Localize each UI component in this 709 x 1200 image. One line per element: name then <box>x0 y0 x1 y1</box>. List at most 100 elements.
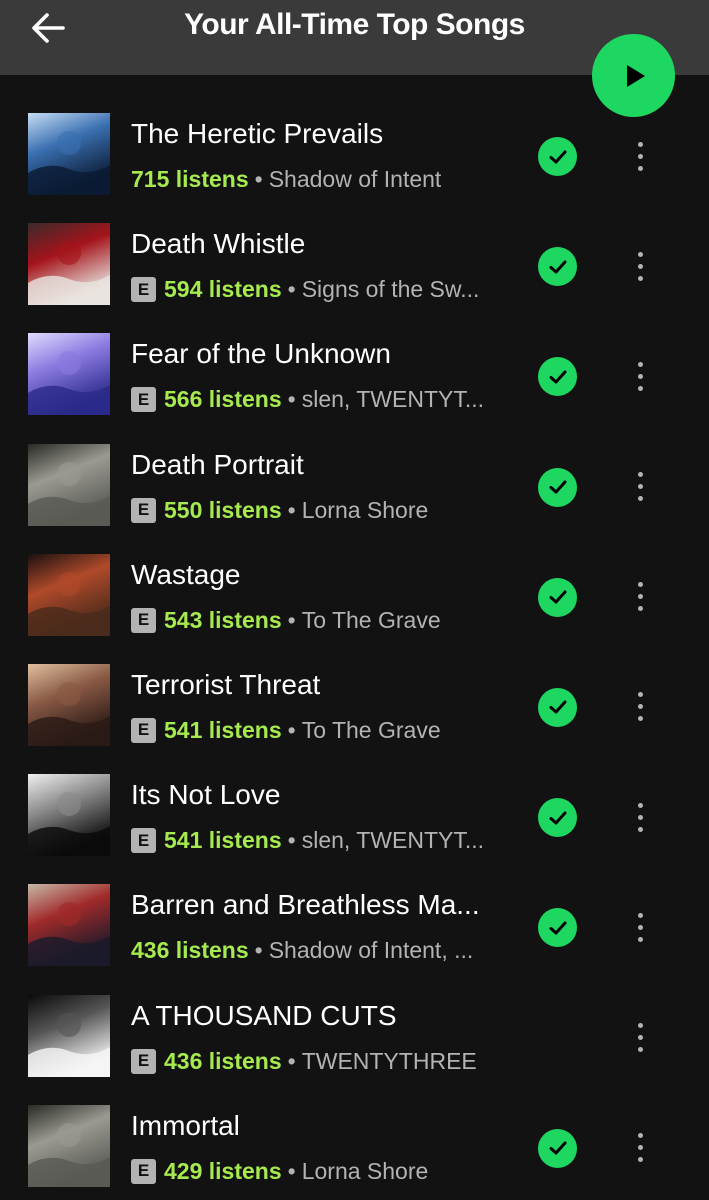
artist-name: slen, TWENTYT... <box>301 386 485 413</box>
track-row[interactable]: Its Not Love E 541 listens • slen, TWENTYT..… <box>0 741 709 857</box>
track-title: Its Not Love <box>131 779 281 811</box>
more-dot <box>637 484 643 490</box>
listen-count: 594 listens <box>164 276 282 303</box>
saved-check-button[interactable] <box>538 1128 577 1168</box>
explicit-badge: E <box>131 387 156 413</box>
separator-dot: • <box>287 496 296 523</box>
album-cover <box>28 223 110 306</box>
more-dot <box>637 936 643 942</box>
separator-dot: • <box>287 1157 296 1184</box>
check-icon <box>549 811 566 825</box>
saved-check-button[interactable] <box>538 357 577 397</box>
more-options-button[interactable] <box>626 577 654 617</box>
listen-count: 543 listens <box>164 606 282 633</box>
play-button[interactable] <box>592 34 675 117</box>
more-dot <box>637 373 643 379</box>
separator-dot: • <box>287 276 296 303</box>
more-options-button[interactable] <box>626 797 654 837</box>
track-meta: E 436 listens • TWENTYTHREE <box>131 1048 477 1075</box>
listen-count: 541 listens <box>164 827 282 854</box>
more-dot <box>637 1035 643 1040</box>
explicit-badge: E <box>131 1158 156 1184</box>
track-title: A THOUSAND CUTS <box>131 999 397 1031</box>
track-row[interactable]: Fear of the Unknown E 566 listens • slen, TW… <box>0 300 709 416</box>
track-title: Fear of the Unknown <box>131 338 391 370</box>
check-icon <box>549 700 566 714</box>
saved-check-button[interactable] <box>538 798 577 838</box>
track-meta: 715 listens • Shadow of Intent <box>131 166 441 193</box>
separator-dot: • <box>254 166 263 192</box>
explicit-badge: E <box>131 828 156 854</box>
listen-count: 436 listens <box>131 937 249 964</box>
more-dot <box>637 924 643 930</box>
listen-count: 566 listens <box>164 386 282 413</box>
explicit-badge: E <box>131 607 156 633</box>
separator-dot: • <box>287 716 296 743</box>
more-options-button[interactable] <box>626 687 654 727</box>
check-icon <box>549 480 566 494</box>
track-title: Death Portrait <box>131 448 304 480</box>
saved-check-button[interactable] <box>538 247 577 287</box>
more-dot <box>637 1145 643 1151</box>
listen-count: 550 listens <box>164 496 282 523</box>
more-dot <box>637 165 643 171</box>
separator-dot: • <box>254 937 263 964</box>
more-dot <box>637 594 643 600</box>
more-options-button[interactable] <box>626 907 654 947</box>
album-cover <box>28 1104 110 1187</box>
track-row[interactable]: Barren and Breathless Ma... 436 listens • S… <box>0 851 709 967</box>
track-row[interactable]: Immortal E 429 listens • Lorna Shore <box>0 1072 709 1187</box>
saved-check-button[interactable] <box>538 687 577 727</box>
artist-name: Lorna Shore <box>301 1157 429 1184</box>
track-meta: E 429 listens • Lorna Shore <box>131 1158 428 1185</box>
explicit-badge: E <box>131 277 156 303</box>
artist-name: TWENTYTHREE <box>301 1047 477 1074</box>
play-icon <box>626 64 645 87</box>
track-row[interactable]: Death Whistle E 594 listens • Signs of the S… <box>0 190 709 306</box>
more-options-button[interactable] <box>626 136 654 176</box>
artist-name: To The Grave <box>301 606 441 633</box>
more-dot <box>637 692 643 698</box>
check-icon <box>549 370 566 384</box>
album-cover <box>28 553 110 636</box>
track-row[interactable]: A THOUSAND CUTS E 436 listens • TWENTYTHREE <box>0 962 709 1077</box>
more-dot <box>637 704 643 710</box>
track-row[interactable]: Terrorist Threat E 541 listens • To The Grav… <box>0 631 709 746</box>
more-dot <box>637 1023 643 1028</box>
more-dot <box>637 716 643 722</box>
saved-check-button[interactable] <box>538 577 577 617</box>
track-title: Barren and Breathless Ma... <box>131 889 480 921</box>
more-dot <box>637 912 643 918</box>
track-title: The Heretic Prevails <box>131 118 384 149</box>
more-dot <box>637 153 643 159</box>
saved-check-button[interactable] <box>538 137 577 176</box>
more-dot <box>637 275 643 281</box>
separator-dot: • <box>287 386 296 413</box>
song-list: The Heretic Prevails 715 listens • Shadow o… <box>0 80 709 1187</box>
saved-check-button[interactable] <box>538 467 577 507</box>
separator-dot: • <box>287 1047 296 1074</box>
track-row[interactable]: Wastage E 543 listens • To The Grave <box>0 521 709 636</box>
check-icon <box>549 150 566 163</box>
track-meta: E 541 listens • To The Grave <box>131 717 441 744</box>
more-options-button[interactable] <box>626 467 654 507</box>
check-icon <box>549 921 566 935</box>
more-options-button[interactable] <box>626 1018 654 1058</box>
more-options-button[interactable] <box>626 356 654 396</box>
more-dot <box>637 361 643 367</box>
more-dot <box>637 1047 643 1052</box>
listen-count: 429 listens <box>164 1157 282 1184</box>
saved-check-button[interactable] <box>538 908 577 948</box>
more-dot <box>637 814 643 820</box>
track-row[interactable]: Death Portrait E 550 listens • Lorna Shore <box>0 411 709 526</box>
album-cover <box>28 333 110 416</box>
more-options-button[interactable] <box>626 246 654 286</box>
listen-count: 436 listens <box>164 1047 282 1074</box>
explicit-badge: E <box>131 717 156 743</box>
listen-count: 541 listens <box>164 716 282 743</box>
more-options-button[interactable] <box>626 1128 654 1168</box>
more-dot <box>637 251 643 257</box>
track-meta: E 550 listens • Lorna Shore <box>131 497 428 524</box>
track-title: Terrorist Threat <box>131 668 321 700</box>
artist-name: Lorna Shore <box>301 496 429 523</box>
